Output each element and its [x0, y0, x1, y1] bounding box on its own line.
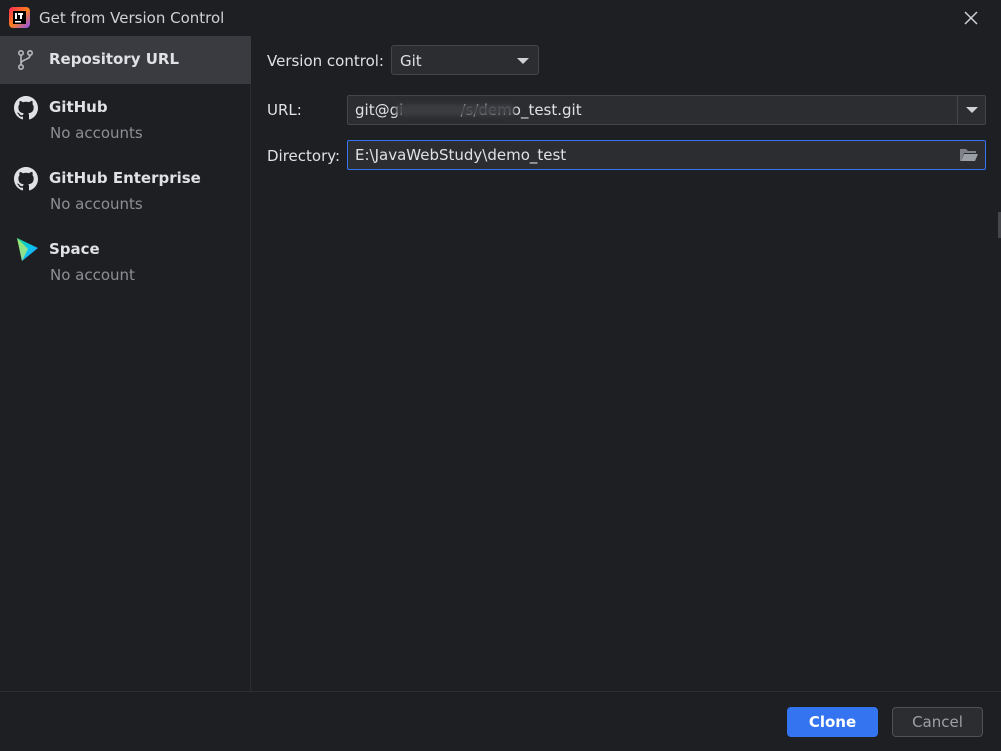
directory-input[interactable] [348, 141, 948, 169]
github-icon [14, 96, 38, 120]
version-control-select[interactable]: Git [391, 45, 539, 75]
folder-open-icon[interactable] [959, 146, 979, 164]
clone-button[interactable]: Clone [787, 707, 878, 737]
chevron-down-icon [966, 107, 978, 113]
sidebar-item-github-enterprise[interactable]: GitHub Enterprise No accounts [0, 155, 251, 226]
sidebar-item-status: No accounts [50, 124, 143, 142]
version-control-value: Git [400, 52, 422, 70]
vcs-sidebar: Repository URL GitHub No accounts GitHub… [0, 36, 251, 691]
title-bar: Get from Version Control [0, 0, 1001, 36]
url-combobox[interactable] [347, 95, 986, 125]
url-label: URL: [267, 101, 302, 119]
sidebar-item-label: Space [49, 240, 100, 258]
chevron-down-icon [517, 58, 529, 64]
space-icon [17, 238, 38, 261]
repository-url-panel: Version control: Git URL: Directory: [252, 36, 1001, 691]
dialog-window: Get from Version Control Repository URL … [0, 0, 1001, 751]
intellij-logo-icon [9, 7, 30, 28]
dialog-footer: Clone Cancel [0, 691, 1001, 751]
sidebar-item-repository-url[interactable]: Repository URL [0, 36, 251, 84]
sidebar-item-label: Repository URL [49, 50, 179, 68]
window-title: Get from Version Control [39, 9, 225, 27]
sidebar-item-label: GitHub Enterprise [49, 169, 201, 187]
url-history-dropdown-button[interactable] [957, 96, 985, 124]
directory-field[interactable] [347, 140, 986, 170]
branch-icon [18, 49, 34, 70]
github-icon [14, 167, 38, 191]
sidebar-item-status: No account [50, 266, 135, 284]
version-control-label: Version control: [267, 52, 384, 70]
sidebar-item-status: No accounts [50, 195, 143, 213]
sidebar-item-space[interactable]: Space No account [0, 226, 251, 297]
close-icon[interactable] [958, 6, 984, 30]
cancel-button[interactable]: Cancel [892, 707, 983, 737]
redacted-text-blur [395, 104, 515, 116]
sidebar-item-github[interactable]: GitHub No accounts [0, 84, 251, 155]
sidebar-item-label: GitHub [49, 98, 108, 116]
directory-label: Directory: [267, 147, 341, 165]
